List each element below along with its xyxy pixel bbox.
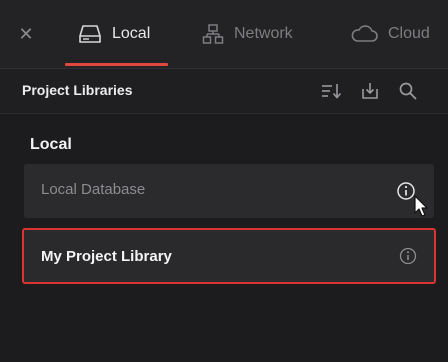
info-icon[interactable] bbox=[398, 246, 418, 266]
import-icon[interactable] bbox=[358, 79, 382, 103]
project-manager-panel: ✕ Local Network Cloud Project Libraries … bbox=[0, 0, 448, 362]
tab-network-label: Network bbox=[234, 25, 293, 42]
sort-icon[interactable] bbox=[320, 79, 344, 103]
library-name: Local Database bbox=[41, 181, 146, 198]
group-label-local: Local bbox=[30, 136, 72, 153]
tab-cloud[interactable]: Cloud bbox=[350, 0, 430, 68]
close-icon[interactable]: ✕ bbox=[16, 24, 36, 44]
search-icon[interactable] bbox=[396, 79, 420, 103]
section-title: Project Libraries bbox=[22, 82, 133, 98]
network-icon bbox=[202, 23, 224, 45]
drive-icon bbox=[78, 24, 102, 44]
library-row-my-project-library[interactable]: My Project Library bbox=[22, 228, 436, 284]
tab-network[interactable]: Network bbox=[202, 0, 293, 68]
active-tab-indicator bbox=[65, 63, 168, 66]
tab-local-label: Local bbox=[112, 25, 151, 42]
cloud-icon bbox=[350, 24, 378, 44]
tab-cloud-label: Cloud bbox=[388, 25, 430, 42]
info-icon[interactable] bbox=[396, 181, 416, 201]
section-header: Project Libraries bbox=[0, 69, 448, 114]
library-tab-bar: ✕ Local Network Cloud bbox=[0, 0, 448, 69]
library-row-local-database[interactable]: Local Database bbox=[24, 164, 434, 218]
tab-local[interactable]: Local bbox=[78, 0, 150, 68]
library-name: My Project Library bbox=[41, 248, 172, 265]
